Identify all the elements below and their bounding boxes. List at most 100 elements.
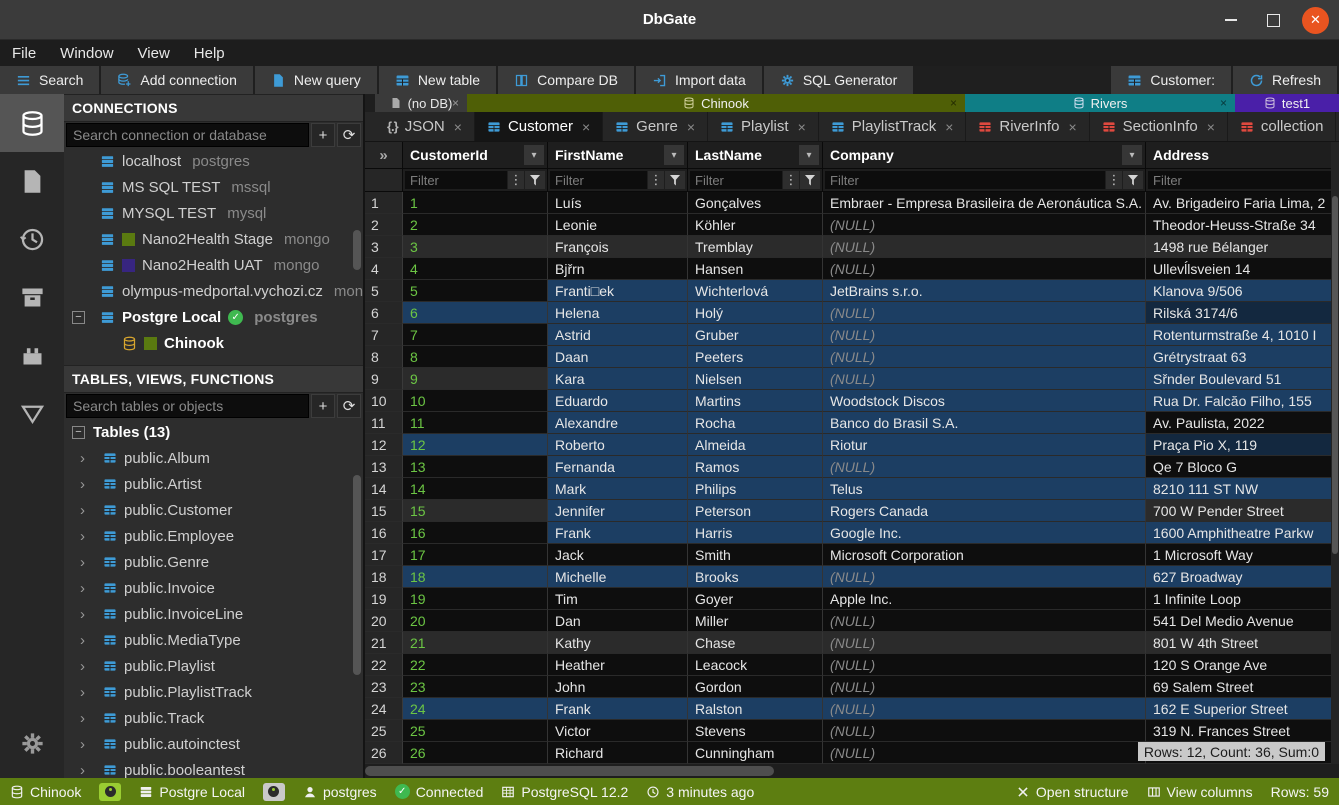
filter-input-lastname[interactable]	[690, 171, 782, 189]
cell-firstname[interactable]: Tim	[548, 588, 688, 610]
table-item[interactable]: public.Artist	[64, 471, 363, 497]
menu-view[interactable]: View	[138, 45, 170, 62]
cell-lastname[interactable]: Leacock	[688, 654, 823, 676]
cell-lastname[interactable]: Holý	[688, 302, 823, 324]
cell-lastname[interactable]: Peeters	[688, 346, 823, 368]
row-number[interactable]: 24	[365, 698, 403, 720]
filter-input-customerid[interactable]	[405, 171, 507, 189]
cell-customerid[interactable]: 6	[403, 302, 548, 324]
table-item[interactable]: public.Customer	[64, 497, 363, 523]
cell-address[interactable]: 69 Salem Street	[1146, 676, 1339, 698]
close-tab-icon[interactable]	[1207, 119, 1215, 135]
row-number[interactable]: 7	[365, 324, 403, 346]
table-row[interactable]: 7 7 Astrid Gruber (NULL) Rotenturmstraße…	[365, 324, 1339, 346]
row-number[interactable]: 10	[365, 390, 403, 412]
cell-lastname[interactable]: Rocha	[688, 412, 823, 434]
row-number[interactable]: 17	[365, 544, 403, 566]
cell-lastname[interactable]: Gordon	[688, 676, 823, 698]
row-number[interactable]: 16	[365, 522, 403, 544]
tables-group[interactable]: Tables (13)	[64, 419, 363, 445]
add-icon[interactable]: +	[311, 123, 335, 147]
connection-item[interactable]: MS SQL TESTmssql	[64, 174, 363, 200]
cell-company[interactable]: Rogers Canada	[823, 500, 1146, 522]
table-row[interactable]: 9 9 Kara Nielsen (NULL) Sřnder Boulevard…	[365, 368, 1339, 390]
connection-item[interactable]: Nano2Health UATmongo	[64, 252, 363, 278]
database-item[interactable]: Chinook	[64, 330, 363, 356]
cell-customerid[interactable]: 10	[403, 390, 548, 412]
row-number[interactable]: 19	[365, 588, 403, 610]
table-row[interactable]: 5 5 Franti□ek Wichterlová JetBrains s.r.…	[365, 280, 1339, 302]
table-row[interactable]: 16 16 Frank Harris Google Inc. 1600 Amph…	[365, 522, 1339, 544]
cell-address[interactable]: Ullevĺlsveien 14	[1146, 258, 1339, 280]
cell-address[interactable]: 1600 Amphitheatre Parkw	[1146, 522, 1339, 544]
table-item[interactable]: public.Playlist	[64, 653, 363, 679]
cell-address[interactable]: 1 Microsoft Way	[1146, 544, 1339, 566]
cell-firstname[interactable]: Fernanda	[548, 456, 688, 478]
filter-input-company[interactable]	[825, 171, 1105, 189]
cell-customerid[interactable]: 12	[403, 434, 548, 456]
rail-filter[interactable]	[0, 384, 64, 442]
table-item[interactable]: public.PlaylistTrack	[64, 679, 363, 705]
add-icon[interactable]: +	[311, 394, 335, 418]
cell-firstname[interactable]: Jennifer	[548, 500, 688, 522]
cell-firstname[interactable]: Jack	[548, 544, 688, 566]
cell-firstname[interactable]: Eduardo	[548, 390, 688, 412]
cell-customerid[interactable]: 3	[403, 236, 548, 258]
cell-firstname[interactable]: Richard	[548, 742, 688, 764]
cell-company[interactable]: (NULL)	[823, 302, 1146, 324]
cell-lastname[interactable]: Harris	[688, 522, 823, 544]
chevron-down-icon[interactable]	[799, 145, 819, 165]
cell-firstname[interactable]: Alexandre	[548, 412, 688, 434]
collapse-icon[interactable]	[72, 311, 85, 324]
cell-address[interactable]: Sřnder Boulevard 51	[1146, 368, 1339, 390]
table-item[interactable]: public.autoinctest	[64, 731, 363, 757]
cell-company[interactable]: JetBrains s.r.o.	[823, 280, 1146, 302]
table-row[interactable]: 19 19 Tim Goyer Apple Inc. 1 Infinite Lo…	[365, 588, 1339, 610]
row-number[interactable]: 26	[365, 742, 403, 764]
table-row[interactable]: 25 25 Victor Stevens (NULL) 319 N. Franc…	[365, 720, 1339, 742]
refresh-icon[interactable]: ⟳	[337, 123, 361, 147]
cell-company[interactable]: (NULL)	[823, 346, 1146, 368]
connection-item[interactable]: olympus-medportal.vychozi.czmongo	[64, 278, 363, 304]
row-number[interactable]: 5	[365, 280, 403, 302]
column-header-firstname[interactable]: FirstName	[548, 142, 688, 168]
table-row[interactable]: 1 1 Luís Gonçalves Embraer - Empresa Bra…	[365, 192, 1339, 214]
palette-icon[interactable]	[263, 783, 285, 801]
chevron-right-icon[interactable]	[80, 554, 90, 571]
cell-company[interactable]: (NULL)	[823, 258, 1146, 280]
cell-customerid[interactable]: 4	[403, 258, 548, 280]
cell-customerid[interactable]: 19	[403, 588, 548, 610]
cell-customerid[interactable]: 9	[403, 368, 548, 390]
cell-lastname[interactable]: Gruber	[688, 324, 823, 346]
table-item[interactable]: public.Album	[64, 445, 363, 471]
table-row[interactable]: 3 3 François Tremblay (NULL) 1498 rue Bé…	[365, 236, 1339, 258]
cell-company[interactable]: (NULL)	[823, 566, 1146, 588]
tab-group-test1[interactable]: test1	[1235, 94, 1339, 112]
row-number[interactable]: 14	[365, 478, 403, 500]
table-item[interactable]: public.Track	[64, 705, 363, 731]
cell-customerid[interactable]: 8	[403, 346, 548, 368]
filter-funnel-icon[interactable]	[524, 171, 545, 189]
close-tab-icon[interactable]	[454, 119, 462, 135]
cell-company[interactable]: Embraer - Empresa Brasileira de Aeronáut…	[823, 192, 1146, 214]
row-number[interactable]: 3	[365, 236, 403, 258]
table-item[interactable]: public.booleantest	[64, 757, 363, 778]
cell-company[interactable]: Microsoft Corporation	[823, 544, 1146, 566]
rail-history[interactable]	[0, 210, 64, 268]
cell-lastname[interactable]: Ralston	[688, 698, 823, 720]
close-tab-icon[interactable]	[687, 119, 695, 135]
chevron-down-icon[interactable]	[524, 145, 544, 165]
column-header-company[interactable]: Company	[823, 142, 1146, 168]
row-number[interactable]: 18	[365, 566, 403, 588]
cell-lastname[interactable]: Peterson	[688, 500, 823, 522]
cell-company[interactable]: (NULL)	[823, 456, 1146, 478]
table-row[interactable]: 10 10 Eduardo Martins Woodstock Discos R…	[365, 390, 1339, 412]
grid-horizontal-scrollbar[interactable]	[365, 764, 1339, 778]
chevron-down-icon[interactable]	[1122, 145, 1142, 165]
tab-json[interactable]: {.}JSON	[375, 112, 475, 141]
cell-company[interactable]: (NULL)	[823, 214, 1146, 236]
cell-customerid[interactable]: 24	[403, 698, 548, 720]
cell-lastname[interactable]: Brooks	[688, 566, 823, 588]
cell-firstname[interactable]: François	[548, 236, 688, 258]
chevron-right-icon[interactable]	[80, 606, 90, 623]
